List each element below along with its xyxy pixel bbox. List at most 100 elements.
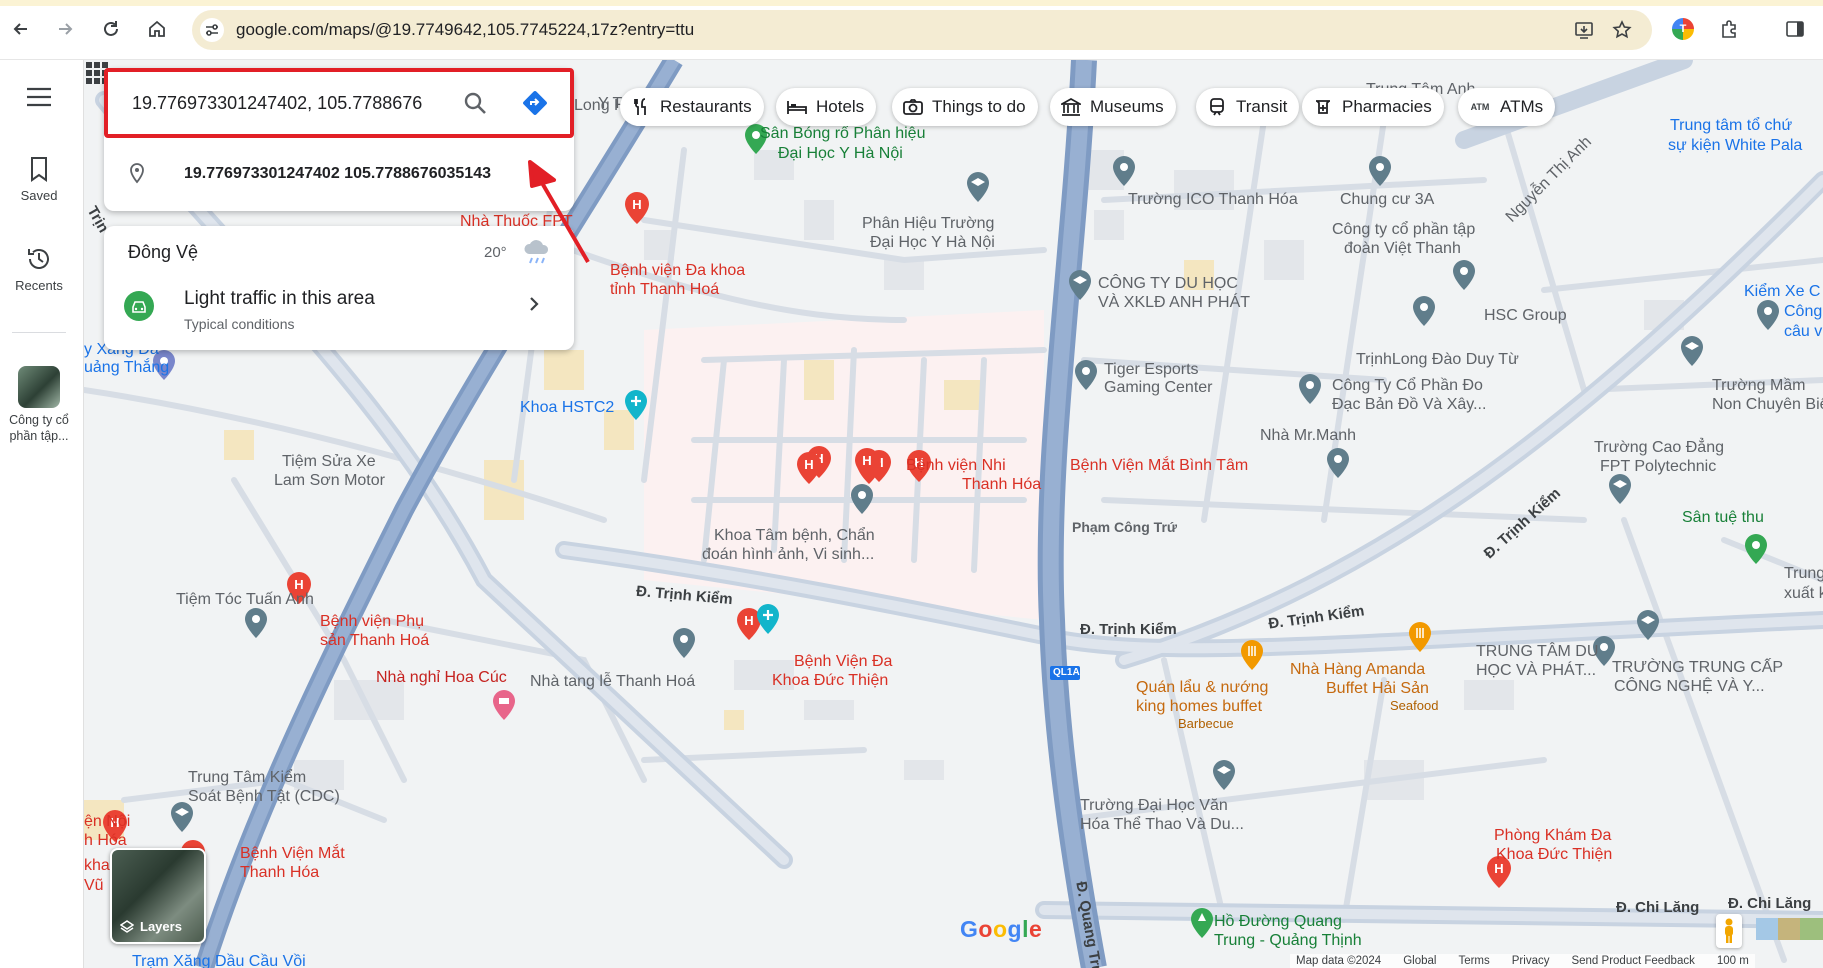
place-pin-icon[interactable] bbox=[244, 608, 268, 638]
search-icon[interactable] bbox=[460, 88, 490, 118]
menu-icon[interactable] bbox=[0, 82, 78, 112]
map-label[interactable]: Lam Sơn Motor bbox=[274, 471, 385, 490]
place-pin-icon[interactable] bbox=[1368, 156, 1392, 186]
terms-link[interactable]: Terms bbox=[1458, 955, 1489, 967]
school-pin-icon[interactable] bbox=[1212, 760, 1236, 790]
restaurant-pin-icon[interactable] bbox=[1408, 622, 1432, 652]
map-label[interactable]: Hồ Đường Quang bbox=[1214, 912, 1342, 931]
red-h-pin-icon[interactable]: H bbox=[854, 448, 879, 480]
privacy-link[interactable]: Privacy bbox=[1512, 955, 1550, 967]
map-label[interactable]: Sân tuệ thu bbox=[1682, 508, 1764, 527]
map-label[interactable]: Nhà Mr.Manh bbox=[1260, 426, 1356, 445]
traffic-title[interactable]: Light traffic in this area bbox=[184, 288, 375, 310]
school-pin-icon[interactable] bbox=[170, 802, 194, 832]
map-label[interactable]: Tiệm Tóc Tuấn Anh bbox=[176, 590, 314, 609]
map-label[interactable]: Khoa HSTC2 bbox=[520, 398, 614, 417]
place-pin-icon[interactable] bbox=[850, 484, 874, 514]
map-label[interactable]: Trường Cao Đẳng bbox=[1594, 438, 1724, 457]
map-label[interactable]: Khoa Tâm bệnh, Chẩn bbox=[714, 526, 875, 545]
map-label[interactable]: Thanh Hóa bbox=[240, 863, 319, 882]
place-pin-icon[interactable] bbox=[1412, 296, 1436, 326]
map-label[interactable]: Trường ICO Thanh Hóa bbox=[1128, 190, 1298, 209]
map-label[interactable]: Trạm Xăng Dầu Cầu Vồi bbox=[132, 952, 306, 968]
chevron-right-icon[interactable] bbox=[524, 294, 544, 314]
map-label[interactable]: Tiger Esports bbox=[1104, 360, 1199, 379]
medical-pin-icon[interactable] bbox=[756, 604, 780, 634]
place-pin-icon[interactable] bbox=[1756, 300, 1780, 330]
map-label[interactable]: Hóa Thể Thao Và Du... bbox=[1080, 815, 1244, 834]
map-label[interactable]: câu v bbox=[1784, 322, 1822, 341]
map-label[interactable]: Công bbox=[1784, 302, 1822, 321]
map-label[interactable]: Trung t bbox=[1784, 564, 1823, 583]
address-bar[interactable]: google.com/maps/@19.7749642,105.7745224,… bbox=[192, 10, 1652, 50]
map-label[interactable]: Đại Học Y Hà Nội bbox=[778, 144, 903, 163]
chip-museums[interactable]: Museums bbox=[1050, 88, 1176, 126]
map-label[interactable]: Vũ bbox=[84, 876, 104, 895]
map-label[interactable]: Trung tâm tổ chứ bbox=[1670, 116, 1792, 135]
red-h-pin-icon[interactable]: H bbox=[624, 192, 649, 224]
map-label[interactable]: Sân Bóng rổ Phân hiệu bbox=[760, 124, 925, 143]
map-label[interactable]: Buffet Hải Sản bbox=[1326, 679, 1429, 698]
map-label[interactable]: TRUNG TÂM DU bbox=[1476, 642, 1598, 661]
map-label[interactable]: Phân Hiệu Trường bbox=[862, 214, 994, 233]
map-label[interactable]: Barbecue bbox=[1178, 716, 1234, 731]
side-panel-icon[interactable] bbox=[1780, 14, 1810, 44]
profile-avatar[interactable]: T bbox=[1672, 18, 1694, 40]
map-label[interactable]: TrịnhLong Đào Duy Từ bbox=[1356, 350, 1519, 369]
hotel-pin-icon[interactable] bbox=[492, 690, 516, 720]
map-label[interactable]: CÔNG TY DU HỌC bbox=[1098, 274, 1238, 293]
place-pin-icon[interactable] bbox=[1112, 156, 1136, 186]
place-pin-icon[interactable] bbox=[1074, 360, 1098, 390]
extensions-icon[interactable] bbox=[1714, 14, 1744, 44]
map-label[interactable]: Chung cư 3A bbox=[1340, 190, 1434, 209]
map-label[interactable]: Bệnh Viện Đa bbox=[794, 652, 892, 671]
chip-things-to-do[interactable]: Things to do bbox=[892, 88, 1038, 126]
map-label[interactable]: Khoa Đức Thiện bbox=[772, 671, 888, 690]
map-label[interactable]: Bệnh Viện Mắt Bình Tâm bbox=[1070, 456, 1248, 475]
map-label[interactable]: uảng Thắng bbox=[84, 358, 169, 377]
map-label[interactable]: Đạc Bản Đồ Và Xây... bbox=[1332, 395, 1486, 414]
school-pin-icon[interactable] bbox=[1608, 474, 1632, 504]
park-pin-icon[interactable] bbox=[1190, 908, 1214, 938]
map-label[interactable]: kha bbox=[84, 856, 110, 875]
map-label[interactable]: Phòng Khám Đa bbox=[1494, 826, 1611, 845]
pegman-icon[interactable] bbox=[1716, 914, 1742, 948]
map-label[interactable]: Nhà Hàng Amanda bbox=[1290, 660, 1425, 679]
map-label[interactable]: Soát Bệnh Tật (CDC) bbox=[188, 787, 340, 806]
bookmark-star-icon[interactable] bbox=[1608, 16, 1636, 44]
map-label[interactable]: king homes buffet bbox=[1136, 697, 1262, 716]
map-label[interactable]: tỉnh Thanh Hoá bbox=[610, 280, 719, 299]
install-icon[interactable] bbox=[1570, 16, 1598, 44]
map-label[interactable]: Trung Tâm Kiểm bbox=[188, 768, 306, 787]
map-label[interactable]: Bệnh viện Nhi bbox=[906, 456, 1006, 475]
place-pin-icon[interactable] bbox=[672, 628, 696, 658]
map-label[interactable]: VÀ XKLĐ ANH PHÁT bbox=[1098, 293, 1250, 312]
place-pin-icon[interactable] bbox=[1452, 260, 1476, 290]
map-label[interactable]: Bệnh viện Đa khoa bbox=[610, 261, 745, 280]
map-label[interactable]: Đại Học Y Hà Nội bbox=[870, 233, 995, 252]
scale-label[interactable]: 100 m bbox=[1717, 955, 1749, 967]
medical-pin-icon[interactable] bbox=[624, 390, 648, 420]
map-label[interactable]: Bệnh Viện Mắt bbox=[240, 844, 345, 863]
map-label[interactable]: đoàn Việt Thanh bbox=[1344, 239, 1461, 258]
map-label[interactable]: CÔNG NGHỆ VÀ Y... bbox=[1614, 677, 1765, 696]
chip-hotels[interactable]: Hotels bbox=[776, 88, 877, 126]
map-label[interactable]: Bệnh viện Phụ bbox=[320, 612, 424, 631]
recent-place-thumbnail[interactable] bbox=[18, 366, 60, 408]
directions-icon[interactable] bbox=[520, 88, 550, 118]
photo-strip[interactable] bbox=[1756, 918, 1823, 940]
map-label[interactable]: FPT Polytechnic bbox=[1600, 457, 1716, 476]
map-label[interactable]: xuất kh bbox=[1784, 584, 1823, 603]
red-h-pin-icon[interactable]: H bbox=[796, 452, 821, 484]
map-label[interactable]: Non Chuyên Biệt B bbox=[1712, 395, 1823, 414]
map-label[interactable]: Seafood bbox=[1390, 698, 1438, 713]
map-label[interactable]: TRƯỜNG TRUNG CẤP bbox=[1612, 658, 1783, 677]
recent-place-label[interactable]: Công ty cổ phần tập... bbox=[0, 412, 78, 444]
map-label[interactable]: Gaming Center bbox=[1104, 378, 1213, 397]
map-label[interactable]: Trung - Quảng Thịnh bbox=[1214, 931, 1362, 950]
map-label[interactable]: ện Nội bbox=[84, 812, 130, 831]
place-pin-icon[interactable] bbox=[1298, 374, 1322, 404]
search-input[interactable] bbox=[132, 88, 422, 118]
green-pin-icon[interactable] bbox=[1744, 534, 1768, 564]
map-label[interactable]: Quán lẩu & nướng bbox=[1136, 678, 1268, 697]
